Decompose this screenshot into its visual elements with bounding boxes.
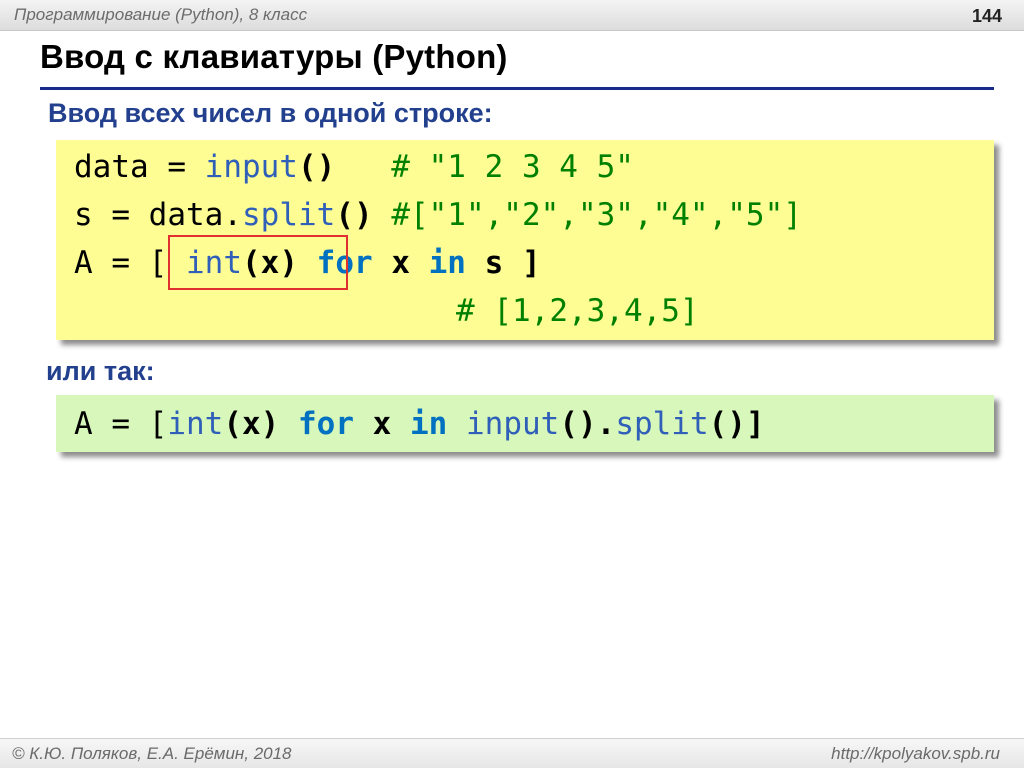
highlight-frame <box>168 235 348 290</box>
code-token: = <box>92 406 149 442</box>
code-token: s ] <box>465 245 541 281</box>
code-comment: # [1,2,3,4,5] <box>456 293 699 329</box>
course-label: Программирование (Python), 8 класс <box>14 5 308 24</box>
code-token: split <box>242 197 336 233</box>
code-token: = <box>92 245 149 281</box>
page-number: 144 <box>971 6 1002 26</box>
code-keyword: for <box>279 406 354 442</box>
alternative-label: или так: <box>46 356 155 386</box>
code-token: int <box>167 406 224 442</box>
code-line-2: s = data.split() #["1","2","3","4","5"] <box>74 191 802 239</box>
code-token: [ <box>148 406 168 442</box>
site-link[interactable]: http://kpolyakov.spb.ru <box>831 744 1000 764</box>
code-token: A <box>74 245 93 281</box>
code-token: () <box>335 197 373 233</box>
code-token: data <box>74 149 149 185</box>
code-line-1: data = input() # "1 2 3 4 5" <box>74 143 634 191</box>
code-comment: # "1 2 3 4 5" <box>335 149 634 185</box>
code-token: (x) <box>223 406 280 442</box>
code-token: input <box>204 149 298 185</box>
slide-subtitle: Ввод всех чисел в одной строке: <box>48 98 493 128</box>
footer-bar: © К.Ю. Поляков, Е.А. Ерёмин, 2018 http:/… <box>0 738 1024 768</box>
code-token: = <box>92 197 149 233</box>
slide-title: Ввод с клавиатуры (Python) <box>40 38 508 75</box>
code-token: A <box>74 406 93 442</box>
code-token: s <box>74 197 93 233</box>
code-token: split <box>615 406 709 442</box>
code-token: (). <box>559 406 616 442</box>
author-credit: © К.Ю. Поляков, Е.А. Ерёмин, 2018 <box>12 744 292 763</box>
code-token: () <box>297 149 336 185</box>
header-bar: Программирование (Python), 8 класс 144 <box>0 0 1024 31</box>
code-keyword: in <box>391 406 448 442</box>
code-token: data. <box>148 197 242 233</box>
code-token: x <box>372 245 410 281</box>
title-underline <box>40 87 994 90</box>
code-token: ()] <box>708 406 765 442</box>
code-comment: #["1","2","3","4","5"] <box>372 197 802 233</box>
code-token: x <box>354 406 392 442</box>
code-token: = <box>148 149 205 185</box>
code-keyword: in <box>409 245 466 281</box>
code-token: input <box>447 406 560 442</box>
code-line-4: # [1,2,3,4,5] <box>456 287 699 335</box>
code-line-5: A = [int(x) for x in input().split()] <box>74 400 765 448</box>
